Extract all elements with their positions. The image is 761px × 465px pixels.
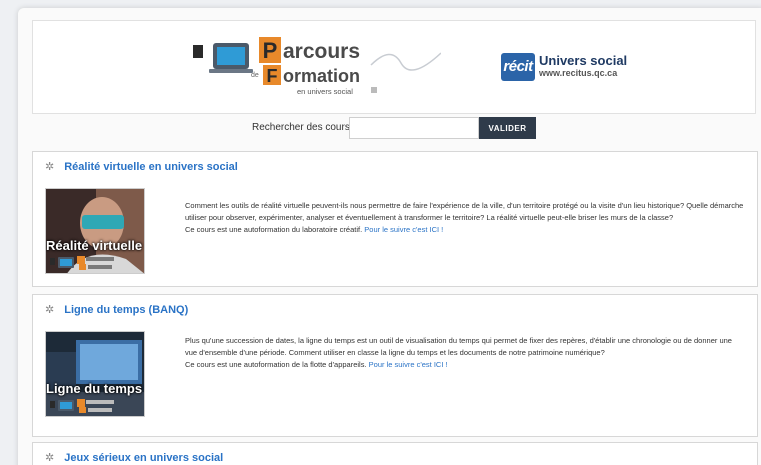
course-note: Ce cours est une autoformation du labora… [185,225,444,234]
search-input[interactable] [349,117,479,139]
course-thumbnail[interactable]: Ligne du temps [45,331,145,417]
logo-text-de: de [251,72,259,79]
page: P arcours de F ormation en univers socia… [18,8,761,465]
course-description: Comment les outils de réalité virtuelle … [185,201,744,222]
course-bullet-icon: ✲ [45,161,55,173]
course-title-link[interactable]: Ligne du temps (BANQ) [64,304,188,316]
recit-url: www.recitus.qc.ca [539,68,618,78]
validate-button[interactable]: VALIDER [479,117,536,139]
logo-text-formation: ormation [283,66,360,86]
course-title[interactable]: ✲ Jeux sérieux en univers social [45,451,223,464]
thumbnail-logo-icon [50,399,114,413]
course-search-form: Rechercher des cours: VALIDER [18,117,761,139]
course-description: Plus qu'une succession de dates, la lign… [185,336,732,357]
header-banner: P arcours de F ormation en univers socia… [32,20,756,114]
course-bullet-icon: ✲ [45,304,55,316]
course-title[interactable]: ✲ Réalité virtuelle en univers social [45,160,238,173]
course-title-link[interactable]: Réalité virtuelle en univers social [64,161,238,173]
course-title[interactable]: ✲ Ligne du temps (BANQ) [45,303,188,316]
course-summary: Comment les outils de réalité virtuelle … [185,200,745,236]
course-thumbnail[interactable]: Réalité virtuelle [45,188,145,274]
logo-small-screen-icon [193,45,203,58]
course-card-realite-virtuelle: ✲ Réalité virtuelle en univers social Réa… [32,151,758,287]
course-card-jeux-serieux: ✲ Jeux sérieux en univers social [32,442,758,465]
parcours-formation-logo[interactable]: P arcours de F ormation en univers socia… [191,35,441,101]
course-enroll-link[interactable]: Pour le suivre c'est ICI ! [364,225,443,234]
recit-title: Univers social [539,53,628,68]
search-label: Rechercher des cours: [252,122,353,133]
thumbnail-logo-icon [50,256,114,270]
logo-letter-p: P [263,38,278,63]
recit-badge-icon: récit [501,53,535,81]
logo-letter-f: F [267,66,278,86]
course-title-link[interactable]: Jeux sérieux en univers social [64,452,223,464]
thumbnail-caption: Ligne du temps [46,381,143,396]
course-bullet-icon: ✲ [45,452,55,464]
logo-text-parcours: arcours [283,40,360,63]
logo-subtitle: en univers social [297,87,353,96]
logo-swoosh-icon [370,52,441,71]
course-note: Ce cours est une autoformation de la flo… [185,360,448,369]
recit-univers-social-logo[interactable]: récit Univers social www.recitus.qc.ca [501,51,641,87]
course-summary: Plus qu'une succession de dates, la lign… [185,335,745,371]
course-enroll-link[interactable]: Pour le suivre c'est ICI ! [369,360,448,369]
thumbnail-caption: Réalité virtuelle [46,238,143,253]
course-card-ligne-du-temps: ✲ Ligne du temps (BANQ) Ligne du temps P… [32,294,758,437]
